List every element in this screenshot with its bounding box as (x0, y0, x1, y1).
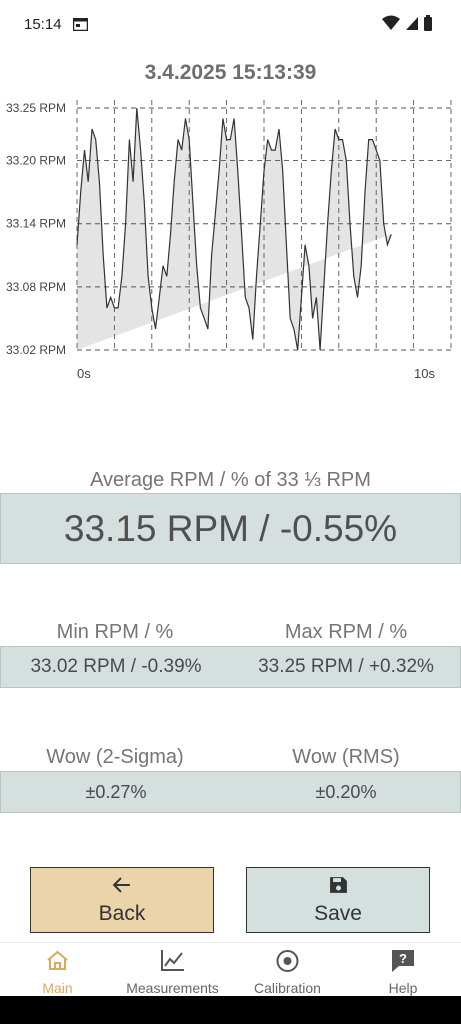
x-tick-label: 0s (77, 366, 91, 381)
home-icon (47, 950, 68, 970)
rpm-chart: 33.25 RPM 33.20 RPM 33.14 RPM 33.08 RPM 33.0… (6, 100, 452, 381)
help-icon: ? (392, 950, 414, 972)
calendar-icon (73, 18, 88, 31)
wifi-icon (382, 15, 401, 30)
average-value: 33.15 RPM / -0.55% (63, 508, 398, 549)
wow-rms-label: Wow (RMS) (292, 746, 400, 768)
y-tick-label: 33.08 RPM (6, 280, 66, 294)
rpm-area-fill (77, 108, 392, 350)
nav-label-main: Main (42, 980, 73, 996)
wow-sigma-label: Wow (2-Sigma) (46, 746, 184, 768)
battery-icon (424, 15, 432, 31)
nav-item-help[interactable]: ? Help (345, 943, 461, 997)
wow-rms-value: ±0.20% (315, 782, 377, 802)
wow-sigma-value: ±0.27% (85, 782, 147, 802)
x-tick-label: 10s (414, 366, 435, 381)
min-label: Min RPM / % (56, 621, 174, 643)
minmax-panel: 33.02 RPM / -0.39% 33.25 RPM / +0.32% (0, 646, 461, 688)
back-button-label: Back (98, 902, 146, 925)
status-bar: 15:14 (0, 0, 461, 50)
status-icons (382, 15, 433, 33)
bottom-navigation: Main Measurements Calibration ? Help (0, 942, 461, 996)
y-tick-label: 33.25 RPM (6, 101, 66, 115)
wow-panel: ±0.27% ±0.20% (0, 771, 461, 813)
max-label: Max RPM / % (284, 621, 408, 643)
nav-label-help: Help (388, 980, 418, 996)
average-label: Average RPM / % of 33 ⅓ RPM (90, 469, 371, 491)
status-time: 15:14 (24, 16, 62, 33)
min-value: 33.02 RPM / -0.39% (30, 656, 202, 677)
arrow-left-icon (112, 877, 130, 893)
max-value: 33.25 RPM / +0.32% (258, 656, 434, 677)
save-button-label: Save (314, 902, 362, 925)
nav-item-main[interactable]: Main (0, 943, 115, 997)
nav-item-calibration[interactable]: Calibration (230, 943, 345, 997)
average-panel: 33.15 RPM / -0.55% (0, 493, 461, 564)
save-button[interactable]: Save (246, 867, 430, 933)
signal-icon (405, 17, 418, 30)
nav-label-measurements: Measurements (126, 980, 219, 996)
system-navigation-bar (0, 996, 461, 1024)
y-tick-label: 33.14 RPM (6, 217, 66, 231)
target-icon (276, 950, 299, 972)
line-chart-icon (161, 950, 184, 971)
back-button[interactable]: Back (30, 867, 214, 933)
svg-text:?: ? (399, 951, 407, 966)
chart-timestamp: 3.4.2025 15:13:39 (144, 61, 317, 84)
y-tick-label: 33.02 RPM (6, 343, 66, 357)
save-icon (330, 877, 347, 893)
y-tick-label: 33.20 RPM (6, 154, 66, 168)
nav-item-measurements[interactable]: Measurements (115, 943, 230, 997)
nav-label-calibration: Calibration (254, 980, 321, 996)
